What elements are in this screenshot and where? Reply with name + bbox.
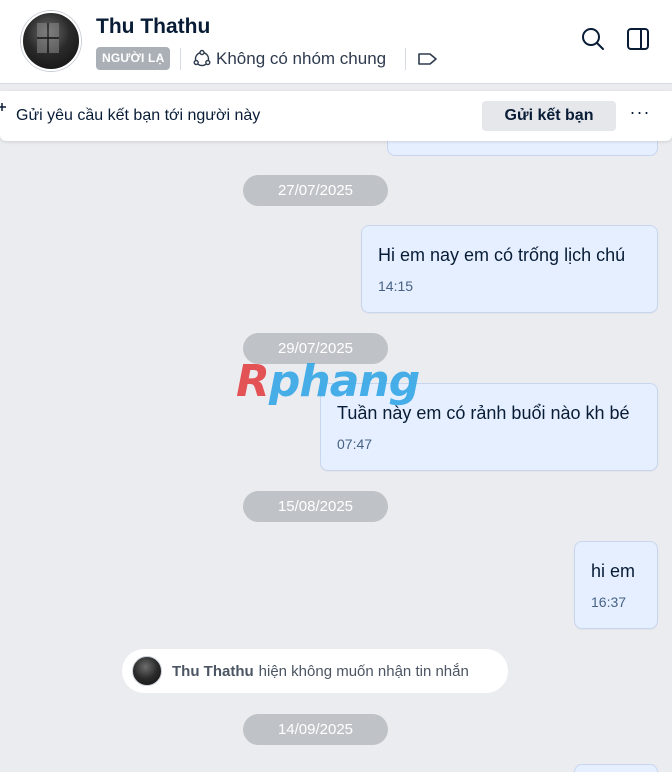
message-text: Tuần này em có rảnh buổi nào kh bé: [337, 403, 630, 423]
date-separator: 27/07/2025: [243, 175, 388, 206]
notice-contact-name[interactable]: Thu Thathu: [172, 663, 254, 680]
add-friend-icon: [0, 103, 6, 111]
header-divider: [405, 48, 406, 70]
friend-request-bar: Gửi yêu cầu kết bạn tới người này Gửi kế…: [0, 91, 672, 141]
contact-name[interactable]: Thu Thathu: [96, 15, 210, 39]
sidebar-toggle-icon[interactable]: [625, 26, 651, 52]
date-separator: 29/07/2025: [243, 333, 388, 364]
date-separator: 14/09/2025: [243, 714, 388, 745]
system-notice: Thu Thathu hiện không muốn nhận tin nhắn: [122, 649, 508, 693]
message-text: Hi em nay em có trống lịch chú: [378, 245, 626, 265]
date-separator: 15/08/2025: [243, 491, 388, 522]
avatar[interactable]: [132, 656, 162, 686]
message-bubble[interactable]: hi em 16:37: [574, 541, 658, 629]
friend-request-text: Gửi yêu cầu kết bạn tới người này: [16, 107, 261, 124]
message-bubble[interactable]: Tuần này em có rảnh buổi nào kh bé 07:47: [320, 383, 658, 471]
stranger-badge: NGƯỜI LẠ: [96, 47, 171, 70]
message-text: hi em: [591, 561, 636, 581]
message-bubble[interactable]: Hi em nay em có trống lịch chú 14:15: [361, 225, 658, 313]
search-icon[interactable]: [580, 26, 606, 52]
contact-avatar[interactable]: [21, 11, 81, 71]
more-options-icon[interactable]: ···: [628, 103, 652, 127]
message-time: 16:37: [591, 594, 627, 610]
group-icon: [193, 49, 211, 67]
notice-text: hiện không muốn nhận tin nhắn: [258, 662, 469, 680]
message-time: 14:15: [378, 278, 414, 294]
chat-header: Thu Thathu NGƯỜI LẠ Không có nhóm chung: [0, 0, 672, 84]
message-bubble[interactable]: [574, 764, 658, 772]
header-divider: [180, 48, 181, 70]
message-time: 07:47: [337, 436, 373, 452]
common-groups[interactable]: Không có nhóm chung: [192, 47, 386, 71]
common-groups-label: Không có nhóm chung: [216, 49, 387, 68]
send-friend-request-button[interactable]: Gửi kết bạn: [482, 101, 616, 131]
tag-icon[interactable]: [417, 50, 439, 68]
